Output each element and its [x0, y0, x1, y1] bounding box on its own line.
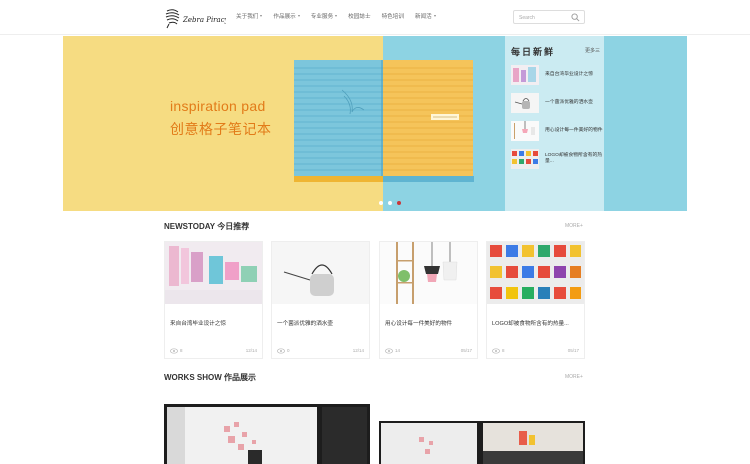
banner-title-cn: 创意格子笔记本	[170, 121, 272, 137]
carousel-dot-3[interactable]	[397, 201, 401, 205]
top-header: Zebra Piracy 关于我们 作品展示 专业服务 校园誌士 特色培训 新闻…	[0, 0, 750, 35]
nav-works[interactable]: 作品展示	[273, 12, 300, 20]
card-date: 05/17	[460, 348, 472, 353]
fresh-thumb	[511, 93, 539, 113]
chevron-down-icon	[260, 15, 263, 17]
page: Zebra Piracy 关于我们 作品展示 专业服务 校园誌士 特色培训 新闻…	[0, 0, 750, 464]
carousel-dot-1[interactable]	[379, 201, 383, 205]
card-views: 8	[180, 348, 183, 353]
nav-campus[interactable]: 校园誌士	[348, 12, 370, 20]
card-image	[165, 242, 262, 304]
fresh-thumb	[511, 149, 539, 169]
card-title: 来自台湾毕业设计之惊	[170, 321, 226, 327]
notebook-left-page	[294, 60, 383, 180]
site-logo[interactable]: Zebra Piracy	[164, 7, 230, 29]
nav-about[interactable]: 关于我们	[236, 12, 263, 20]
fresh-item-title: 来自台湾毕业设计之惊	[545, 72, 593, 77]
daily-fresh-title: 每日新鲜	[511, 47, 556, 57]
daily-fresh-panel: 每日新鲜 更多三 来自台湾毕业设计之惊 一个菌派优雅的洒水壶 用心设计每一件美好…	[505, 36, 604, 211]
works-show-more-link[interactable]: MORE+	[565, 374, 583, 380]
fresh-thumb	[511, 121, 539, 141]
card-views: 8	[502, 348, 505, 353]
card-views: 0	[287, 348, 290, 353]
card-date: 12/14	[352, 348, 364, 353]
news-card[interactable]: 用心设计每一件美好的物件 14 05/17	[379, 241, 478, 359]
fresh-item-title: 用心设计每一件美好的物件	[545, 128, 603, 133]
newstoday-title: NEWSTODAY 今日推荐	[164, 222, 250, 231]
carousel-dots	[379, 201, 401, 205]
news-card[interactable]: 一个菌派优雅的洒水壶 0 12/14	[271, 241, 370, 359]
main-nav: 关于我们 作品展示 专业服务 校园誌士 特色培训 新闻活	[236, 12, 447, 20]
nav-training[interactable]: 特色培训	[382, 12, 404, 20]
eye-icon	[385, 348, 393, 354]
chevron-down-icon	[335, 15, 338, 17]
works-item[interactable]	[379, 421, 585, 464]
chevron-down-icon	[297, 15, 300, 17]
fresh-item-title: LOGO却被食物所含有的热量...	[545, 153, 603, 164]
card-image	[487, 242, 584, 304]
card-title: 用心设计每一件美好的物件	[385, 321, 453, 327]
eye-icon	[277, 348, 285, 354]
card-image	[272, 242, 369, 304]
eye-icon	[170, 348, 178, 354]
eye-icon	[492, 348, 500, 354]
works-item[interactable]	[164, 404, 370, 464]
newstoday-more-link[interactable]: MORE+	[565, 223, 583, 229]
card-image	[380, 242, 477, 304]
card-title: 一个菌派优雅的洒水壶	[277, 321, 333, 327]
search-icon[interactable]	[571, 13, 580, 22]
search-input[interactable]	[519, 13, 571, 22]
notebook-cover-edge	[294, 176, 474, 182]
card-date: 12/14	[245, 348, 257, 353]
carousel-dot-2[interactable]	[388, 201, 392, 205]
notebook-right-page	[383, 60, 473, 180]
nav-services[interactable]: 专业服务	[311, 12, 338, 20]
nav-news[interactable]: 新闻活	[415, 12, 436, 20]
fresh-item[interactable]: 来自台湾毕业设计之惊	[511, 64, 603, 86]
chevron-down-icon	[433, 15, 436, 17]
daily-fresh-more-link[interactable]: 更多三	[585, 47, 600, 54]
card-title: LOGO却被食物所含有的热量...	[492, 321, 569, 327]
card-date: 05/17	[567, 348, 579, 353]
fresh-item[interactable]: 一个菌派优雅的洒水壶	[511, 92, 603, 114]
svg-text:Zebra Piracy: Zebra Piracy	[182, 16, 226, 24]
fresh-item-title: 一个菌派优雅的洒水壶	[545, 100, 593, 105]
fresh-item[interactable]: LOGO却被食物所含有的热量...	[511, 148, 603, 170]
fresh-item[interactable]: 用心设计每一件美好的物件	[511, 120, 603, 142]
works-show-title: WORKS SHOW 作品展示	[164, 373, 256, 382]
news-card[interactable]: 来自台湾毕业设计之惊 8 12/14	[164, 241, 263, 359]
card-views: 14	[395, 348, 401, 353]
news-card[interactable]: LOGO却被食物所含有的热量... 8 05/17	[486, 241, 585, 359]
fresh-thumb	[511, 65, 539, 85]
banner-title-en: inspiration pad	[170, 98, 266, 114]
search-box	[513, 10, 585, 24]
